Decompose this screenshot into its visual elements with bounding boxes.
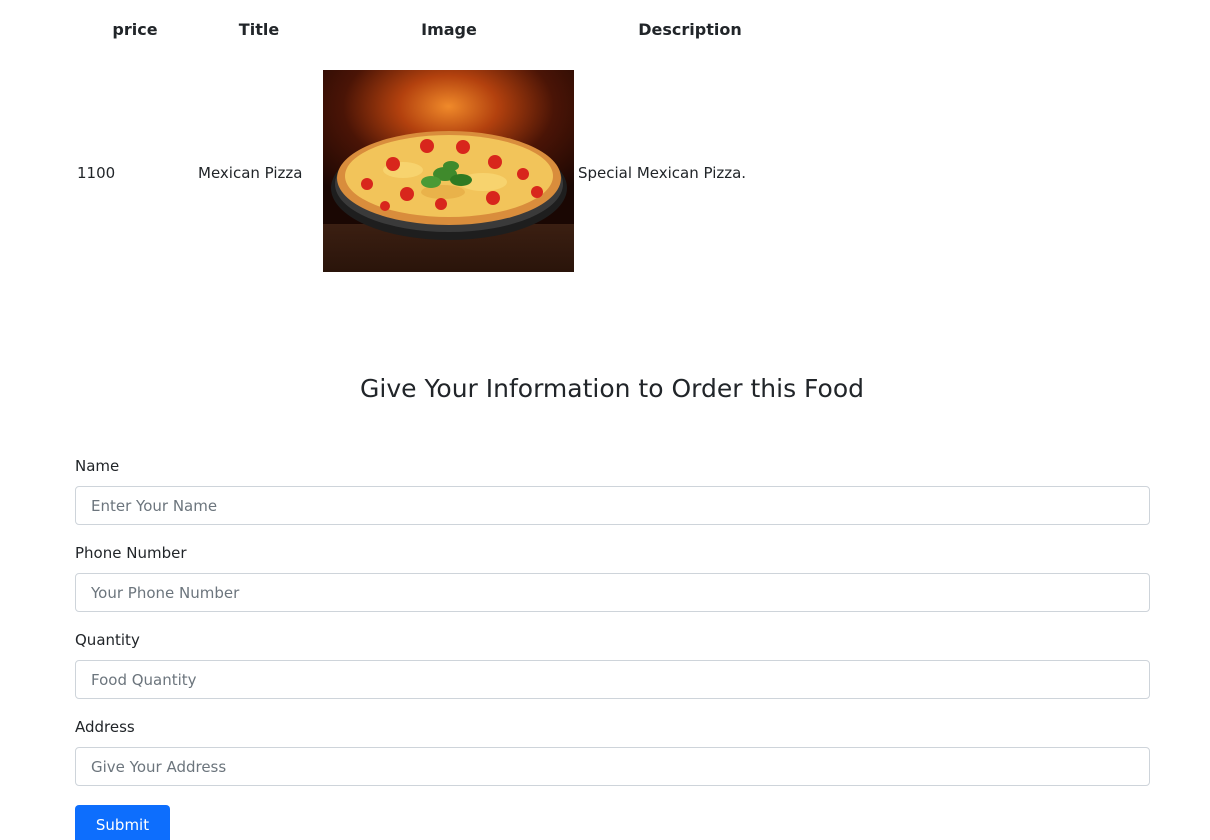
pizza-photo bbox=[323, 70, 574, 272]
quantity-input[interactable] bbox=[75, 660, 1150, 699]
address-input[interactable] bbox=[75, 747, 1150, 786]
header-image: Image bbox=[421, 19, 477, 39]
title-cell: Mexican Pizza bbox=[198, 164, 303, 182]
phone-group: Phone Number bbox=[75, 543, 1150, 612]
address-group: Address bbox=[75, 717, 1150, 786]
food-table: price Title Image Description 1100 Mexic… bbox=[75, 0, 805, 288]
pizza-illustration bbox=[331, 131, 567, 240]
quantity-group: Quantity bbox=[75, 630, 1150, 699]
header-description: Description bbox=[638, 19, 742, 39]
name-input[interactable] bbox=[75, 486, 1150, 525]
header-title: Title bbox=[238, 19, 280, 39]
header-price: price bbox=[112, 19, 158, 39]
quantity-label: Quantity bbox=[75, 631, 140, 649]
image-cell bbox=[323, 58, 575, 288]
table-row: 1100 Mexican Pizza Special Mexican Pizza… bbox=[75, 58, 805, 288]
phone-input[interactable] bbox=[75, 573, 1150, 612]
description-cell: Special Mexican Pizza. bbox=[578, 164, 747, 182]
submit-button[interactable]: Submit bbox=[75, 805, 170, 840]
phone-label: Phone Number bbox=[75, 544, 187, 562]
page: price Title Image Description 1100 Mexic… bbox=[0, 0, 1210, 840]
name-group: Name bbox=[75, 456, 1150, 525]
name-label: Name bbox=[75, 457, 120, 475]
order-form-heading: Give Your Information to Order this Food bbox=[360, 374, 864, 403]
table-header-row: price Title Image Description bbox=[75, 0, 805, 58]
order-form: Name Phone Number Quantity Address bbox=[75, 456, 1150, 804]
address-label: Address bbox=[75, 718, 135, 736]
price-cell: 1100 bbox=[77, 164, 116, 182]
